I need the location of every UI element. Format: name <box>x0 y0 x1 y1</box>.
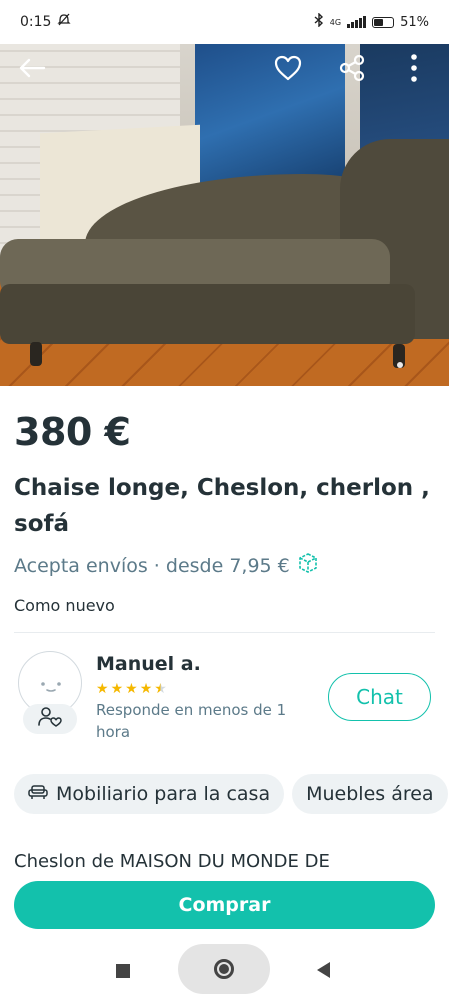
image-sofa-base <box>0 284 415 344</box>
status-bar: 0:15 4G 51% <box>0 0 449 44</box>
battery-icon <box>372 16 395 28</box>
shipping-text: Acepta envíos · desde 7,95 € <box>14 554 290 577</box>
image-pager-dot <box>397 362 403 368</box>
seller-badge <box>23 704 77 734</box>
status-right: 4G 51% <box>314 12 429 31</box>
category-chip-furniture-area[interactable]: Muebles área <box>292 774 448 814</box>
category-chip-label: Mobiliario para la casa <box>56 783 271 805</box>
status-time: 0:15 <box>20 14 52 30</box>
star-icon: ★ <box>125 681 138 697</box>
divider <box>14 632 435 633</box>
share-icon <box>338 54 366 86</box>
favorite-button[interactable] <box>270 52 306 88</box>
seller-name[interactable]: Manuel a. <box>96 653 201 675</box>
product-title: Chaise longe, Cheslon, cherlon , sofá <box>14 475 430 537</box>
mute-notification-icon <box>57 13 72 31</box>
chat-button[interactable]: Chat <box>328 673 431 721</box>
seller-rating: ★ ★ ★ ★ ★ <box>96 681 167 697</box>
back-triangle-icon[interactable] <box>317 962 330 978</box>
category-chip-label: Muebles área <box>306 783 434 805</box>
product-condition: Como nuevo <box>14 596 115 615</box>
star-icon: ★ <box>96 681 109 697</box>
heart-icon <box>273 54 303 86</box>
star-icon: ★ <box>139 681 153 697</box>
package-icon <box>296 551 320 580</box>
recent-apps-icon[interactable] <box>116 964 130 978</box>
back-arrow-icon <box>18 58 46 82</box>
home-button[interactable] <box>178 944 270 994</box>
product-description: Cheslon de MAISON DU MONDE DE <box>14 851 330 872</box>
more-options-button[interactable] <box>396 52 432 88</box>
signal-icon <box>347 16 367 28</box>
product-price: 380 € <box>14 410 131 454</box>
user-heart-icon <box>37 706 63 732</box>
share-button[interactable] <box>334 52 370 88</box>
image-sofa-leg <box>30 342 42 366</box>
battery-percent: 51% <box>400 14 429 30</box>
network-type: 4G <box>329 17 342 27</box>
status-left: 0:15 <box>20 13 72 31</box>
star-icon: ★ <box>110 681 124 697</box>
star-icon: ★ <box>154 681 167 697</box>
more-vertical-icon <box>410 53 418 87</box>
sofa-icon <box>28 783 48 805</box>
category-chips: Mobiliario para la casa Muebles área <box>14 774 448 814</box>
buy-button[interactable]: Comprar <box>14 881 435 929</box>
seller-response-time: Responde en menos de 1 hora <box>96 701 287 741</box>
home-icon <box>214 959 234 979</box>
shipping-info: Acepta envíos · desde 7,95 € <box>14 551 320 580</box>
bluetooth-icon <box>314 12 324 31</box>
product-image[interactable] <box>0 44 449 386</box>
back-button[interactable] <box>14 52 50 88</box>
category-chip-furniture[interactable]: Mobiliario para la casa <box>14 774 285 814</box>
